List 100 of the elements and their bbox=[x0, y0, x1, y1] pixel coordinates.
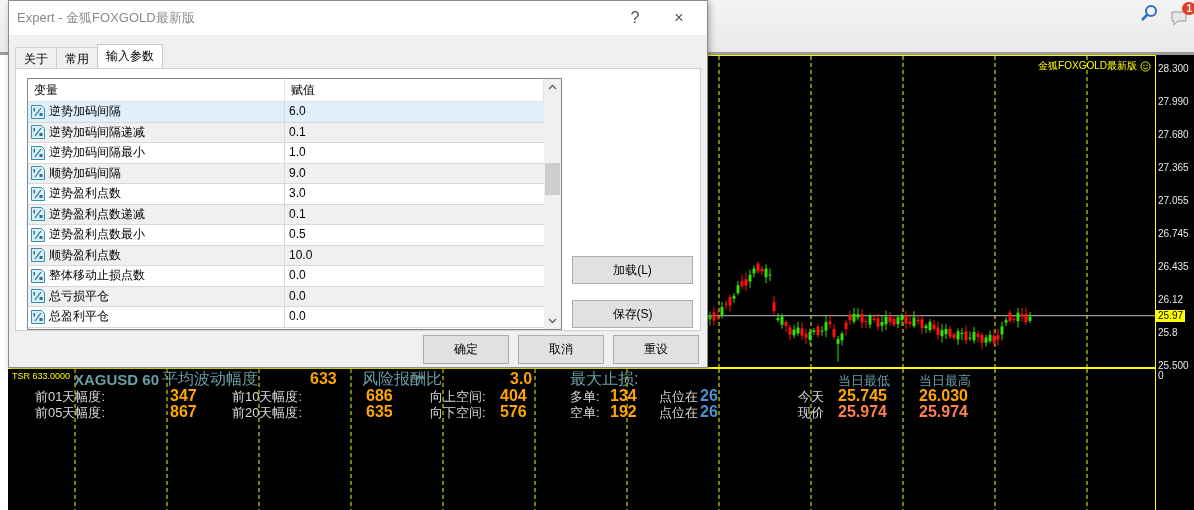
indicator-label: 现价 bbox=[798, 405, 824, 421]
column-heading: 当日最低 bbox=[838, 373, 890, 389]
parameter-icon bbox=[30, 124, 46, 141]
price-tick: 25.8 bbox=[1158, 327, 1178, 339]
dialog-button[interactable]: 重设 bbox=[613, 335, 699, 364]
current-price-label: 25.97 bbox=[1156, 310, 1186, 322]
parameter-name: 逆势盈利点数 bbox=[49, 185, 121, 203]
indicator-label: 今天 bbox=[798, 389, 824, 405]
indicator-label: 向下空间: bbox=[430, 405, 486, 421]
indicator-label: 向上空间: bbox=[430, 389, 486, 405]
parameter-row[interactable]: 顺势盈利点数 10.0 bbox=[28, 245, 544, 266]
indicator-value: 686 bbox=[366, 388, 393, 404]
price-tick: 27.055 bbox=[1158, 195, 1189, 207]
indicator-label: 前01天幅度: bbox=[35, 389, 106, 405]
dialog-button[interactable]: 取消 bbox=[518, 335, 604, 364]
side-button[interactable]: 加载(L) bbox=[572, 256, 693, 284]
scrollbar-thumb[interactable] bbox=[545, 163, 560, 195]
indicator-label: 空单: bbox=[570, 405, 600, 421]
side-button[interactable]: 保存(S) bbox=[572, 300, 693, 328]
parameter-name: 顺势盈利点数 bbox=[49, 246, 121, 264]
parameter-row[interactable]: 顺势加码间隔 9.0 bbox=[28, 163, 544, 184]
parameter-value: 9.0 bbox=[288, 164, 307, 182]
indicator-value: 576 bbox=[500, 404, 527, 420]
indicator-value-label: TSR 633.0000 bbox=[12, 371, 71, 381]
indicator-value: 347 bbox=[170, 388, 197, 404]
parameter-row[interactable]: 逆势加码间隔最小 1.0 bbox=[28, 143, 544, 164]
notification-badge: 1 bbox=[1182, 2, 1194, 15]
indicator-value: 635 bbox=[366, 404, 393, 420]
indicator-value: 633 bbox=[310, 371, 337, 387]
indicator-label: 前10天幅度: bbox=[232, 389, 303, 405]
parameter-row[interactable]: 逆势加码间隔 6.0 bbox=[28, 102, 544, 123]
symbol-label: XAGUSD 60 bbox=[74, 372, 160, 388]
price-tick: 26.745 bbox=[1158, 228, 1189, 240]
price-tick: 25.500 bbox=[1158, 360, 1189, 371]
parameter-row[interactable]: 逆势盈利点数 3.0 bbox=[28, 184, 544, 205]
parameter-row[interactable]: 总亏损平仓 0.0 bbox=[28, 286, 544, 307]
indicator-value: 26.030 bbox=[919, 388, 968, 404]
parameter-row[interactable]: 逆势加码间隔递减 0.1 bbox=[28, 122, 544, 143]
parameter-value: 0.1 bbox=[288, 205, 307, 223]
indicator-label: 点位在 bbox=[659, 405, 698, 421]
parameter-icon bbox=[30, 267, 46, 284]
parameter-name: 逆势加码间隔递减 bbox=[49, 123, 145, 141]
parameter-name: 总亏损平仓 bbox=[49, 287, 109, 305]
parameter-value: 3.0 bbox=[288, 185, 307, 202]
indicator-value: 3.0 bbox=[510, 371, 533, 387]
dialog-button[interactable]: 确定 bbox=[423, 335, 509, 364]
parameter-value: 6.0 bbox=[288, 103, 307, 120]
parameter-value: 0.1 bbox=[288, 123, 307, 141]
parameter-value: 1.0 bbox=[288, 144, 307, 161]
parameter-icon bbox=[30, 226, 46, 243]
indicator-label: 点位在 bbox=[659, 389, 698, 405]
column-header[interactable]: 变量 bbox=[28, 79, 285, 101]
indicator-value: 867 bbox=[170, 404, 197, 420]
parameter-row[interactable]: 总盈利平仓 0.0 bbox=[28, 307, 544, 328]
indicator-heading: 平均波动幅度 bbox=[162, 371, 258, 387]
tab[interactable]: 关于 bbox=[15, 47, 57, 68]
indicator-label: 前05天幅度: bbox=[35, 405, 106, 421]
window-title: Expert - 金狐FOXGOLD最新版 bbox=[17, 9, 196, 27]
parameter-icon bbox=[30, 206, 46, 223]
indicator-value: 192 bbox=[610, 404, 637, 420]
parameter-icon bbox=[30, 144, 46, 161]
price-tick: 28.300 bbox=[1158, 63, 1189, 75]
parameter-name: 逆势盈利点数递减 bbox=[49, 205, 145, 223]
parameter-value: 0.0 bbox=[288, 308, 307, 325]
price-tick: 26.12 bbox=[1158, 294, 1184, 306]
parameter-name: 逆势盈利点数最小 bbox=[49, 226, 145, 244]
point-value: 26 bbox=[700, 388, 718, 404]
parameter-value: 0.5 bbox=[288, 226, 307, 243]
parameter-row[interactable]: 整体移动止损点数 0.0 bbox=[28, 266, 544, 287]
indicator-heading: 最大止损: bbox=[570, 371, 639, 387]
indicator-heading: 风险报酬比 bbox=[362, 371, 442, 387]
price-value: 25.974 bbox=[838, 404, 887, 420]
indicator-value: 134 bbox=[610, 388, 637, 404]
parameter-name: 总盈利平仓 bbox=[49, 308, 109, 326]
parameter-icon bbox=[30, 165, 46, 182]
close-button[interactable]: × bbox=[657, 3, 701, 33]
parameter-icon bbox=[30, 185, 46, 202]
parameter-icon bbox=[30, 247, 46, 264]
help-button[interactable]: ? bbox=[613, 3, 657, 33]
point-value: 26 bbox=[700, 404, 718, 420]
parameter-row[interactable]: 逆势盈利点数最小 0.5 bbox=[28, 225, 544, 246]
search-icon[interactable] bbox=[1140, 4, 1158, 22]
smiley-icon bbox=[1140, 60, 1151, 72]
price-tick: 27.990 bbox=[1158, 96, 1189, 108]
parameter-row[interactable]: 逆势盈利点数递减 0.1 bbox=[28, 204, 544, 225]
parameter-icon bbox=[30, 103, 46, 120]
price-tick: 27.680 bbox=[1158, 129, 1189, 141]
parameter-value: 0.0 bbox=[288, 287, 307, 305]
parameter-name: 顺势加码间隔 bbox=[49, 164, 121, 182]
parameter-name: 逆势加码间隔 bbox=[49, 103, 121, 121]
tab[interactable]: 输入参数 bbox=[97, 44, 163, 68]
parameter-icon bbox=[30, 308, 46, 325]
parameter-name: 逆势加码间隔最小 bbox=[49, 144, 145, 162]
axis-label: 0 bbox=[1158, 370, 1164, 382]
price-tick: 26.435 bbox=[1158, 261, 1189, 273]
indicator-label: 多单: bbox=[570, 389, 600, 405]
parameter-value: 10.0 bbox=[288, 246, 314, 264]
column-heading: 当日最高 bbox=[919, 373, 971, 389]
tab[interactable]: 常用 bbox=[56, 47, 98, 68]
chart-title: 金狐FOXGOLD最新版 bbox=[1038, 59, 1137, 73]
